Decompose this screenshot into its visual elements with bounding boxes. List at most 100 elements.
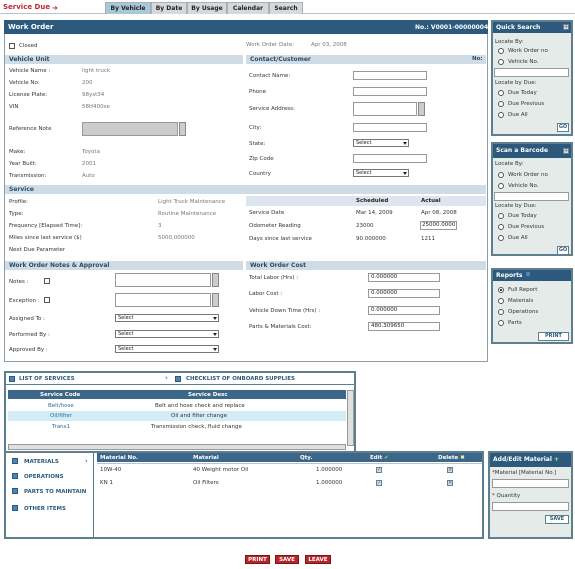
tab-by-vehicle[interactable]: By Vehicle xyxy=(105,2,151,14)
vehicle-name-label: Vehicle Name : xyxy=(9,68,51,74)
expand-icon[interactable]: + xyxy=(563,24,569,30)
contact-name-input[interactable] xyxy=(353,71,427,80)
radio-materials[interactable] xyxy=(498,298,504,304)
edit-icon[interactable]: ✓ xyxy=(376,467,382,473)
operations-option: Operations xyxy=(508,309,539,315)
row-divider xyxy=(97,463,482,464)
barcode-expand-icon[interactable]: + xyxy=(563,148,569,154)
edit-icon[interactable]: ✓ xyxy=(376,480,382,486)
service-address-scroll[interactable] xyxy=(418,102,425,116)
material-cell: 40 Weight motor Oil xyxy=(193,467,249,473)
barcode-go-button[interactable]: GO xyxy=(557,246,569,255)
city-input[interactable] xyxy=(353,123,427,132)
total-labor-input[interactable]: 0.000000 xyxy=(368,273,440,282)
exception-label: Exception : xyxy=(9,298,40,304)
zip-input[interactable] xyxy=(353,154,427,163)
save-button[interactable]: SAVE xyxy=(275,555,299,564)
parts-cost-input[interactable]: 480.309650 xyxy=(368,322,440,331)
service-date-actual: Apr 08, 2008 xyxy=(421,210,457,216)
material-no-cell: 10W-40 xyxy=(100,467,122,473)
tab-calendar[interactable]: Calendar xyxy=(227,2,269,14)
radio-operations[interactable] xyxy=(498,309,504,315)
vin-value: 58tf400se xyxy=(82,104,110,110)
barcode-radio-due-today[interactable] xyxy=(498,213,504,219)
barcode-radio-due-all[interactable] xyxy=(498,235,504,241)
materials-nav-item[interactable]: MATERIALS xyxy=(24,459,59,465)
work-order-date: Apr 03, 2008 xyxy=(311,42,347,48)
operations-nav-item[interactable]: OPERATIONS xyxy=(24,474,64,480)
locate-due-label: Locate by Due: xyxy=(495,80,537,86)
radio-vehicle-no[interactable] xyxy=(498,59,504,65)
other-items-icon xyxy=(12,505,18,511)
barcode-input[interactable] xyxy=(494,192,569,201)
notes-label: Notes : xyxy=(9,279,29,285)
notes-input[interactable] xyxy=(115,273,211,287)
material-no-header: Material No. xyxy=(100,455,139,461)
service-desc: Transmission check, fluid change xyxy=(151,424,242,430)
tab-by-date[interactable]: By Date xyxy=(151,2,187,14)
exception-input[interactable] xyxy=(115,293,211,307)
total-labor-label: Total Labor (Hrs) : xyxy=(249,275,299,281)
quantity-input[interactable] xyxy=(492,502,569,511)
tab-by-usage[interactable]: By Usage xyxy=(187,2,227,14)
add-material-title: Add/Edit Material + xyxy=(490,453,571,467)
tab-search[interactable]: Search xyxy=(269,2,303,14)
service-code-link[interactable]: Belt/hose xyxy=(48,403,74,409)
services-scrollbar[interactable] xyxy=(347,390,354,446)
performed-by-label: Performed By : xyxy=(9,332,50,338)
radio-parts[interactable] xyxy=(498,320,504,326)
labor-cost-input[interactable]: 0.000000 xyxy=(368,289,440,298)
days-since-label: Days since last service xyxy=(249,236,312,242)
material-input[interactable] xyxy=(492,479,569,488)
save-material-button[interactable]: SAVE xyxy=(545,515,569,524)
scheduled-header: Scheduled xyxy=(356,198,389,204)
service-desc: Oil and filter change xyxy=(171,413,228,419)
reports-print-button[interactable]: PRINT xyxy=(538,332,569,341)
down-time-input[interactable]: 0.000000 xyxy=(368,306,440,315)
delete-icon[interactable]: × xyxy=(447,480,453,486)
odometer-actual-input[interactable]: 25000.0000 xyxy=(420,221,457,230)
closed-checkbox[interactable] xyxy=(9,43,15,49)
delete-icon[interactable]: × xyxy=(447,467,453,473)
barcode-radio-vehicle[interactable] xyxy=(498,183,504,189)
reference-note-scroll[interactable] xyxy=(179,122,186,136)
radio-due-all[interactable] xyxy=(498,112,504,118)
radio-due-previous[interactable] xyxy=(498,101,504,107)
phone-input[interactable] xyxy=(353,87,427,96)
performed-by-select[interactable]: Select xyxy=(115,330,219,338)
service-desc-header: Service Desc xyxy=(188,392,228,398)
service-code-link[interactable]: Oil/filter xyxy=(50,413,72,419)
radio-full-report[interactable] xyxy=(498,287,504,293)
assigned-to-select[interactable]: Select xyxy=(115,314,219,322)
quick-search-input[interactable] xyxy=(494,68,569,77)
service-address-input[interactable] xyxy=(353,102,417,116)
quantity-label: * Quantity xyxy=(492,493,521,499)
radio-work-order[interactable] xyxy=(498,48,504,54)
reference-note-input[interactable] xyxy=(82,122,178,136)
service-code-link[interactable]: Trans1 xyxy=(52,424,70,430)
barcode-radio-work-order[interactable] xyxy=(498,172,504,178)
approved-by-select[interactable]: Select xyxy=(115,345,219,353)
list-of-services-tab[interactable]: LIST OF SERVICES xyxy=(19,376,75,382)
materials-option: Materials xyxy=(508,298,534,304)
radio-due-today[interactable] xyxy=(498,90,504,96)
other-items-nav-item[interactable]: OTHER ITEMS xyxy=(24,506,66,512)
services-hscrollbar[interactable] xyxy=(8,444,346,450)
checklist-tab[interactable]: CHECKLIST OF ONBOARD SUPPLIES xyxy=(186,376,295,382)
country-label: Country xyxy=(249,171,271,177)
leave-button[interactable]: LEAVE xyxy=(305,555,331,564)
exception-checkbox[interactable] xyxy=(44,297,50,303)
state-select[interactable]: Select xyxy=(353,139,409,147)
print-button[interactable]: PRINT xyxy=(245,555,270,564)
notes-checkbox[interactable] xyxy=(44,278,50,284)
barcode-locate-label: Locate By: xyxy=(495,161,524,167)
country-select[interactable]: Select xyxy=(353,169,409,177)
exception-scroll[interactable] xyxy=(212,293,219,307)
app-title: Service Due xyxy=(3,3,51,11)
barcode-radio-due-previous[interactable] xyxy=(498,224,504,230)
notes-scroll[interactable] xyxy=(212,273,219,287)
x-icon: ✖ xyxy=(460,455,465,461)
barcode-due-previous-option: Due Previous xyxy=(508,224,545,230)
parts-nav-item[interactable]: PARTS TO MAINTAIN xyxy=(24,489,86,495)
quick-search-go-button[interactable]: GO xyxy=(557,123,569,132)
